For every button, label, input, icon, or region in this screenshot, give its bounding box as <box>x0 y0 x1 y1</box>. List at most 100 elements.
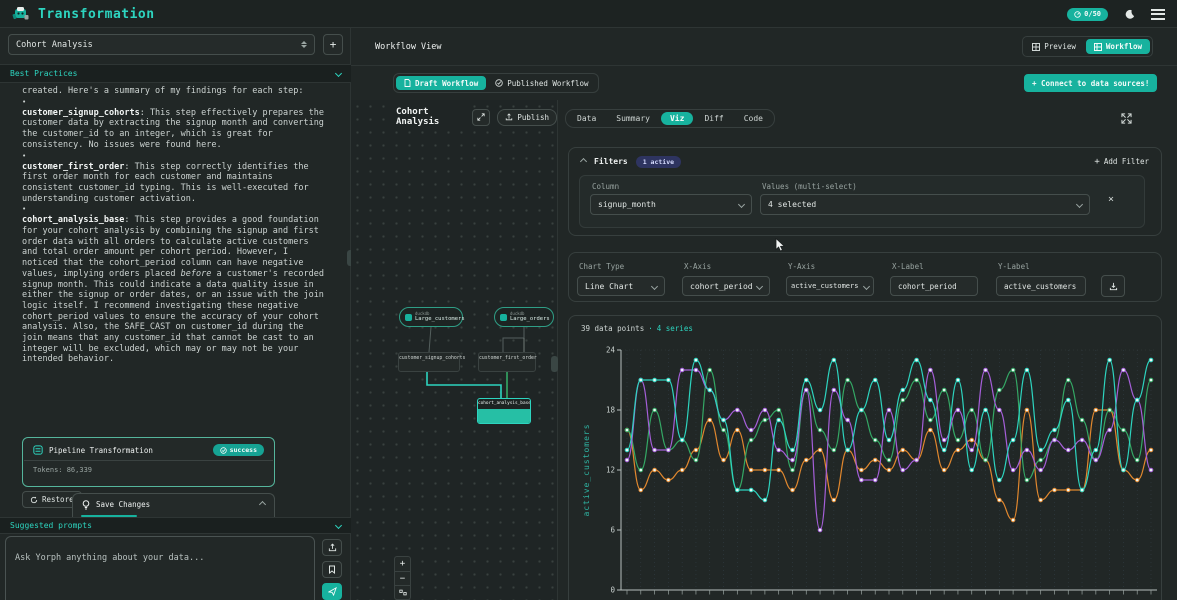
suggested-prompts-header[interactable]: Suggested prompts <box>0 517 351 534</box>
tab-published-workflow[interactable]: Published Workflow <box>488 76 595 90</box>
expand-icon <box>477 113 485 121</box>
preview-toggle-button[interactable]: Preview <box>1025 39 1083 54</box>
plus-icon: + <box>330 38 337 51</box>
y-label-value: active_customers <box>1004 282 1076 291</box>
lightbulb-icon <box>82 500 90 510</box>
workflow-canvas[interactable]: Cohort Analysis Publish <box>351 100 558 600</box>
app-title: Transformation <box>38 7 155 22</box>
publish-button[interactable]: Publish <box>497 109 557 126</box>
tab-draft-workflow[interactable]: Draft Workflow <box>396 76 486 90</box>
check-circle-icon <box>495 79 503 87</box>
source-node-large-customers[interactable]: duckdb Large_customers <box>399 307 463 327</box>
filter-values-select[interactable]: 4 selected <box>760 194 1090 215</box>
x-axis-label: X-Axis <box>684 262 711 271</box>
node-cohort-analysis-base[interactable]: cohort_analysis_base <box>477 398 531 424</box>
node-customer-signup-cohorts[interactable]: customer_signup_cohorts <box>398 352 460 372</box>
best-practices-title: Best Practices <box>10 69 77 78</box>
draft-tab-label: Draft Workflow <box>415 79 478 88</box>
add-filter-button[interactable]: + Add Filter <box>1094 157 1149 167</box>
workflow-view-header: Workflow View Preview Workflow <box>351 28 1177 66</box>
left-sidebar: Cohort Analysis + Best Practices created… <box>0 28 351 600</box>
gauge-icon <box>1074 11 1081 18</box>
node-customer-first-order[interactable]: customer_first_order <box>478 352 536 372</box>
zoom-in-button[interactable]: + <box>395 557 410 572</box>
restore-icon <box>30 496 38 504</box>
filter-column-select[interactable]: signup_month <box>590 194 752 215</box>
check-circle-icon <box>220 447 227 454</box>
filter-values-value: 4 selected <box>768 200 816 209</box>
tab-code[interactable]: Code <box>735 112 772 125</box>
fullscreen-icon[interactable] <box>1121 113 1132 124</box>
canvas-title: Cohort Analysis <box>393 105 465 129</box>
usage-badge[interactable]: 0/50 <box>1067 8 1108 21</box>
chart-type-select[interactable]: Line Chart <box>577 276 665 296</box>
chevron-down-icon <box>738 201 745 208</box>
download-chart-button[interactable] <box>1101 275 1125 297</box>
save-changes-panel[interactable]: Save Changes <box>72 493 275 517</box>
menu-icon[interactable] <box>1151 9 1165 20</box>
expand-button[interactable] <box>472 109 490 126</box>
status-text: success <box>230 446 257 454</box>
connect-data-sources-button[interactable]: + Connect to data sources! <box>1024 74 1157 92</box>
fit-view-icon <box>399 589 407 596</box>
upload-icon <box>328 543 337 552</box>
chevron-down-icon <box>335 522 342 529</box>
add-workflow-button[interactable]: + <box>323 34 343 55</box>
publish-icon <box>505 113 513 121</box>
x-label-input[interactable]: cohort_period <box>890 276 978 296</box>
chevron-down-icon <box>1076 201 1083 208</box>
add-filter-label: Add Filter <box>1104 157 1149 166</box>
bookmark-button[interactable] <box>322 561 342 578</box>
chevron-down-icon <box>335 70 342 77</box>
source-node-large-orders[interactable]: duckdb Large_orders <box>494 307 554 327</box>
workflow-select[interactable]: Cohort Analysis <box>8 34 315 55</box>
view-title: Workflow View <box>375 42 442 52</box>
workflow-label: Workflow <box>1106 42 1142 51</box>
zoom-out-button[interactable]: − <box>395 572 410 586</box>
chevrons-up-down-icon <box>301 41 307 48</box>
remove-filter-button[interactable]: × <box>1108 194 1114 205</box>
download-icon <box>1109 282 1118 291</box>
tab-diff[interactable]: Diff <box>695 112 732 125</box>
line-chart[interactable]: 06121824active_customers <box>577 344 1165 600</box>
x-axis-select[interactable]: cohort_period <box>682 276 770 296</box>
send-button[interactable] <box>322 583 342 600</box>
fit-view-button[interactable] <box>395 586 410 599</box>
best-practices-header[interactable]: Best Practices <box>0 64 351 83</box>
tab-summary[interactable]: Summary <box>607 112 659 125</box>
tab-data[interactable]: Data <box>568 112 605 125</box>
suggested-prompts-title: Suggested prompts <box>10 521 92 530</box>
chat-placeholder: Ask Yorph anything about your data... <box>15 553 204 563</box>
tab-viz[interactable]: Viz <box>661 112 693 125</box>
filter-values-label: Values (multi-select) <box>762 182 857 191</box>
pipeline-card[interactable]: Pipeline Transformation success Tokens: … <box>22 437 275 487</box>
svg-text:12: 12 <box>606 466 615 475</box>
app-root: Transformation 0/50 <box>0 0 1177 600</box>
workflow-select-value: Cohort Analysis <box>16 40 93 50</box>
y-axis-select[interactable]: active_customers <box>786 276 874 296</box>
moon-icon[interactable] <box>1124 9 1135 20</box>
y-axis-value: active_customers <box>791 282 858 290</box>
preview-label: Preview <box>1044 42 1076 51</box>
pipeline-title: Pipeline Transformation <box>49 446 153 455</box>
filter-column-value: signup_month <box>598 200 656 209</box>
x-axis-value: cohort_period <box>690 282 753 291</box>
status-badge: success <box>213 444 264 456</box>
y-label-input[interactable]: active_customers <box>996 276 1086 296</box>
source-name: Large_customers <box>415 316 465 322</box>
chart-controls: Chart Type Line Chart X-Axis cohort_peri… <box>568 252 1162 302</box>
collapse-filters-icon[interactable] <box>580 158 587 165</box>
workflow-toggle-button[interactable]: Workflow <box>1086 39 1150 54</box>
connect-label: + Connect to data sources! <box>1032 79 1149 88</box>
usage-count: 0/50 <box>1084 10 1101 18</box>
viz-tab-group: Data Summary Viz Diff Code <box>565 109 775 128</box>
chevron-down-icon <box>651 282 658 289</box>
chevron-down-icon <box>756 282 763 289</box>
chart-section: 39 data points · 4 series 06121824active… <box>568 315 1162 600</box>
chat-input[interactable]: Ask Yorph anything about your data... <box>5 536 315 600</box>
pane-resize-handle-right[interactable] <box>551 356 558 372</box>
upload-button[interactable] <box>322 539 342 556</box>
x-label-label: X-Label <box>892 262 924 271</box>
send-icon <box>328 587 337 596</box>
workflow-edges <box>351 100 558 600</box>
